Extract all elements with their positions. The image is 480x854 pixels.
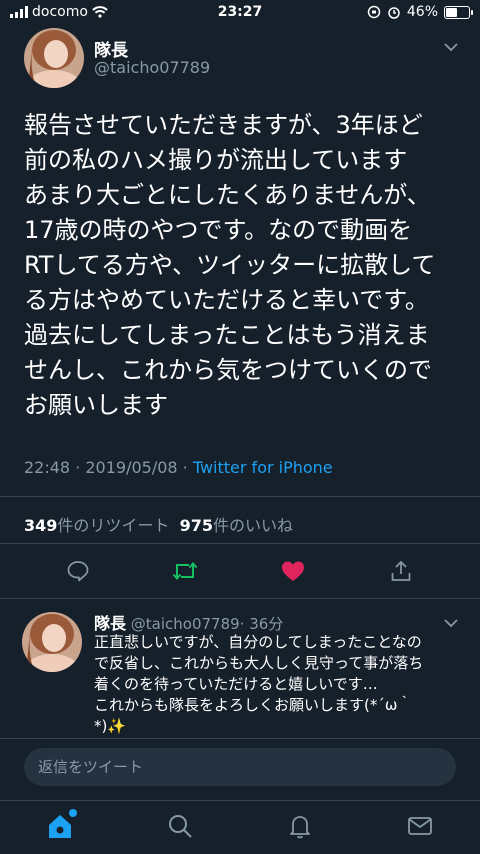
tweet-line: お願いします: [24, 391, 168, 419]
reply-button[interactable]: [63, 556, 93, 586]
reply-input[interactable]: [24, 748, 456, 786]
tweet-line: あまり大ごとにしたくありませんが、: [24, 181, 431, 209]
reply-time: · 36分: [239, 615, 284, 633]
tweet-timestamp: 22:48 · 2019/05/08 ·: [24, 458, 193, 477]
share-button[interactable]: [386, 556, 416, 586]
tab-bar: [0, 800, 480, 854]
tweet-header: 隊長 @taicho07789: [0, 24, 480, 94]
reply-line: これからも隊長をよろしくお願いします(*´ω｀: [94, 696, 413, 714]
reply-line: 正直悲しいですが、自分のしてしまったことなの: [94, 633, 422, 651]
tweet-text: 報告させていただきますが、3年ほど 前の私のハメ撮りが流出しています あまり大ご…: [24, 108, 464, 423]
tweet-line: 17歳の時のやつです。なので動画を: [24, 216, 413, 244]
reply-text: 正直悲しいですが、自分のしてしまったことなの で反省し、これからも大人しく見守っ…: [94, 632, 464, 736]
tab-notifications[interactable]: [285, 811, 315, 841]
tab-home[interactable]: [45, 809, 77, 841]
reply-header: 隊長 @taicho07789· 36分: [94, 610, 283, 634]
like-count-label[interactable]: 件のいいね: [213, 516, 293, 535]
reply-author-name[interactable]: 隊長: [94, 614, 126, 633]
divider: [0, 738, 480, 739]
tweet-line: 過去にしてしまったことはもう消えま: [24, 321, 430, 349]
status-bar: docomo 23:27 46%: [0, 0, 480, 24]
retweet-icon: [172, 561, 198, 581]
retweet-count[interactable]: 349: [24, 516, 57, 535]
tweet-line: 報告させていただきますが、3年ほど: [24, 111, 423, 139]
tab-messages[interactable]: [405, 811, 435, 841]
tab-search[interactable]: [165, 811, 195, 841]
reply-author-handle[interactable]: @taicho07789: [131, 615, 240, 633]
battery-icon: [444, 5, 473, 19]
tweet-line: 前の私のハメ撮りが流出しています: [24, 146, 408, 174]
divider: [0, 496, 480, 497]
search-icon: [169, 815, 192, 838]
like-count[interactable]: 975: [180, 516, 213, 535]
tweet-line: RTしてる方や、ツイッターに拡散して: [24, 251, 436, 279]
reply-icon: [67, 561, 89, 582]
messages-icon: [408, 817, 432, 835]
chevron-down-icon[interactable]: [442, 38, 460, 56]
tweet-meta: 22:48 · 2019/05/08 · Twitter for iPhone: [24, 458, 333, 477]
like-icon: [282, 561, 304, 581]
divider: [0, 598, 480, 599]
tweet-action-bar: [0, 556, 480, 590]
reply-tweet[interactable]: 隊長 @taicho07789· 36分 正直悲しいですが、自分のしてしまったこ…: [0, 606, 480, 736]
alarm-icon: [388, 7, 400, 19]
tweet-line: る方はやめていただけると幸いです。: [24, 286, 429, 314]
divider: [0, 543, 480, 544]
reply-line: *)✨: [94, 717, 127, 735]
reply-avatar[interactable]: [22, 612, 82, 672]
chevron-down-icon[interactable]: [442, 614, 460, 632]
orientation-lock-icon: [367, 5, 381, 19]
home-notification-dot: [69, 809, 77, 817]
author-handle[interactable]: @taicho07789: [94, 58, 210, 77]
battery-percent: 46%: [406, 4, 438, 20]
notifications-icon: [290, 816, 310, 839]
like-button[interactable]: [278, 556, 308, 586]
tweet-source-link[interactable]: Twitter for iPhone: [193, 458, 333, 477]
tweet-line: せんし、これから気をつけていくので: [24, 356, 432, 384]
reply-line: で反省し、これからも大人しく見守って事が落ち: [94, 654, 424, 672]
share-icon: [391, 560, 411, 581]
reply-compose-box[interactable]: [24, 748, 456, 786]
retweet-count-label[interactable]: 件のリツイート: [57, 516, 169, 535]
retweet-button[interactable]: [170, 556, 200, 586]
reply-line: 着くのを待っていただけると嬉しいです…: [94, 675, 378, 693]
avatar[interactable]: [24, 28, 84, 88]
tweet-stats: 349件のリツイート 975件のいいね: [24, 512, 293, 536]
